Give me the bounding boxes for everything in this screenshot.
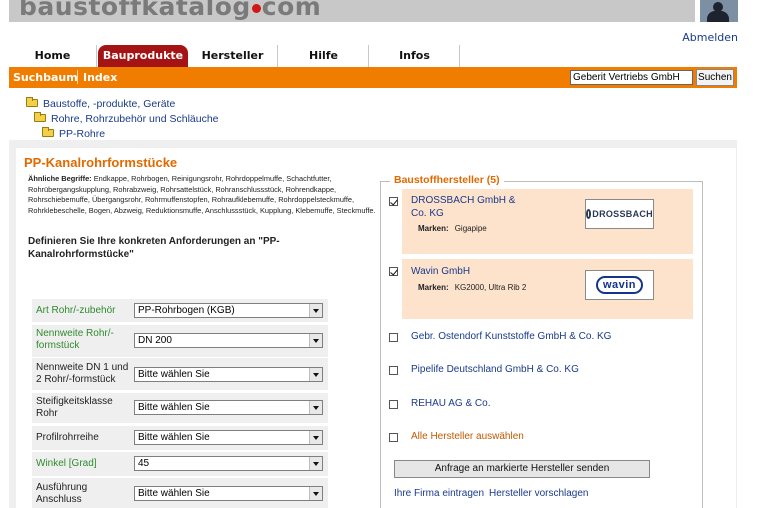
page-title: PP-Kanalrohrformstücke — [24, 155, 178, 170]
manufacturer-link-pipelife[interactable]: Pipelife Deutschland GmbH & Co. KG — [411, 363, 579, 376]
filter-row-nennweite-dn: Nennweite DN 1 und 2 Rohr/-formstück Bit… — [32, 358, 328, 390]
manufacturer-checkbox-wavin[interactable] — [389, 267, 398, 276]
breadcrumb-item-pp-rohre[interactable]: PP-Rohre — [42, 127, 105, 140]
user-avatar-image — [700, 0, 738, 22]
filter-label: Art Rohr/-zubehör — [36, 305, 116, 316]
tab-hersteller[interactable]: Hersteller — [188, 45, 278, 67]
folder-icon — [42, 127, 54, 137]
index-link[interactable]: Index — [83, 71, 117, 84]
filter-select-art[interactable]: PP-Rohrbogen (KGB) — [134, 303, 323, 318]
manufacturer-link-rehau[interactable]: REHAU AG & Co. — [411, 397, 490, 410]
tab-bauprodukte[interactable]: Bauprodukte — [98, 45, 188, 67]
filter-label: Profilrohrreihe — [36, 432, 99, 443]
manufacturer-brands: Marken: Gigapipe — [418, 224, 487, 233]
subnav-divider — [77, 70, 78, 84]
dropdown-arrow-icon[interactable] — [309, 304, 322, 317]
filter-select-profilrohrreihe[interactable]: Bitte wählen Sie — [134, 430, 323, 445]
breadcrumb-item-baustoffe[interactable]: Baustoffe, -produkte, Geräte — [26, 97, 175, 110]
select-all-checkbox[interactable] — [389, 433, 398, 442]
manufacturer-checkbox-ostendorf[interactable] — [389, 333, 398, 342]
suggest-manufacturer-link[interactable]: Hersteller vorschlagen — [489, 488, 589, 499]
dropdown-arrow-icon[interactable] — [309, 401, 322, 414]
wavin-logo[interactable]: wavin — [585, 270, 654, 300]
filter-label: Nennweite Rohr/-formstück — [36, 328, 114, 351]
manufacturer-checkbox-pipelife[interactable] — [389, 366, 398, 375]
similar-terms: Ähnliche Begriffe: Endkappe, Rohrbogen, … — [28, 174, 378, 216]
filter-label: Ausführung Anschluss — [36, 482, 88, 505]
suchbaum-link[interactable]: Suchbaum — [13, 71, 78, 84]
main-tabs: Home Bauprodukte Hersteller Hilfe Infos — [9, 45, 737, 67]
dropdown-arrow-icon[interactable] — [309, 431, 322, 444]
manufacturer-link-wavin[interactable]: Wavin GmbH — [411, 265, 470, 278]
drossbach-ring-icon — [586, 209, 592, 219]
filter-row-profilrohrreihe: Profilrohrreihe Bitte wählen Sie — [32, 426, 328, 450]
breadcrumb-item-rohre[interactable]: Rohre, Rohrzubehör und Schläuche — [34, 112, 219, 125]
send-request-button[interactable]: Anfrage an markierte Hersteller senden — [394, 460, 650, 478]
dropdown-arrow-icon[interactable] — [309, 457, 322, 470]
dropdown-arrow-icon[interactable] — [309, 334, 322, 347]
add-company-link[interactable]: Ihre Firma eintragen — [394, 488, 484, 499]
dropdown-arrow-icon[interactable] — [309, 487, 322, 500]
requirements-heading: Definieren Sie Ihre konkreten Anforderun… — [28, 236, 280, 260]
manufacturer-link-drossbach[interactable]: DROSSBACH GmbH & Co. KG — [411, 194, 531, 220]
search-input[interactable]: Geberit Vertriebs GmbH — [570, 70, 693, 85]
filter-label: Nennweite DN 1 und 2 Rohr/-formstück — [36, 362, 129, 385]
folder-icon — [34, 112, 46, 122]
manufacturer-checkbox-drossbach[interactable] — [389, 197, 398, 206]
filter-select-ausfuehrung[interactable]: Bitte wählen Sie — [134, 486, 323, 501]
filter-row-art: Art Rohr/-zubehör PP-Rohrbogen (KGB) — [32, 299, 328, 322]
filter-select-nennweite[interactable]: DN 200 — [134, 333, 323, 348]
dropdown-arrow-icon[interactable] — [309, 368, 322, 381]
manufacturer-brands: Marken: KG2000, Ultra Rib 2 — [418, 283, 527, 292]
filter-row-steifigkeit: Steifigkeitsklasse Rohr Bitte wählen Sie — [32, 393, 328, 423]
similar-label: Ähnliche Begriffe: — [28, 174, 92, 183]
logo-dot — [251, 4, 261, 13]
filter-select-steifigkeit[interactable]: Bitte wählen Sie — [134, 400, 323, 415]
filter-select-nennweite-dn[interactable]: Bitte wählen Sie — [134, 367, 323, 382]
logout-link[interactable]: Abmelden — [682, 31, 738, 44]
logo-text: baustoffkatalog — [19, 0, 251, 21]
filter-row-nennweite: Nennweite Rohr/-formstück DN 200 — [32, 325, 328, 357]
search-button[interactable]: Suchen — [696, 69, 734, 86]
logo-bar: baustoffkatalog com — [9, 0, 695, 22]
site-logo[interactable]: baustoffkatalog com — [19, 0, 321, 21]
filter-row-ausfuehrung: Ausführung Anschluss Bitte wählen Sie — [32, 478, 328, 508]
tab-infos[interactable]: Infos — [370, 45, 460, 67]
tab-home[interactable]: Home — [9, 45, 97, 67]
select-all-link[interactable]: Alle Hersteller auswählen — [411, 430, 524, 443]
subnav-bar: Suchbaum Index Geberit Vertriebs GmbH Su… — [9, 67, 737, 88]
filter-label: Winkel [Grad] — [36, 458, 97, 469]
logo-suffix: com — [261, 0, 322, 21]
tab-hilfe[interactable]: Hilfe — [279, 45, 369, 67]
drossbach-logo[interactable]: DROSSBACH — [585, 199, 654, 229]
manufacturer-checkbox-rehau[interactable] — [389, 400, 398, 409]
manufacturer-link-ostendorf[interactable]: Gebr. Ostendorf Kunststoffe GmbH & Co. K… — [411, 330, 611, 343]
filter-label: Steifigkeitsklasse Rohr — [36, 396, 113, 419]
folder-icon — [26, 97, 38, 107]
filter-row-winkel: Winkel [Grad] 45 — [32, 452, 328, 476]
filter-select-winkel[interactable]: 45 — [134, 456, 323, 471]
manufacturer-heading: Baustoffhersteller (5) — [390, 174, 504, 186]
